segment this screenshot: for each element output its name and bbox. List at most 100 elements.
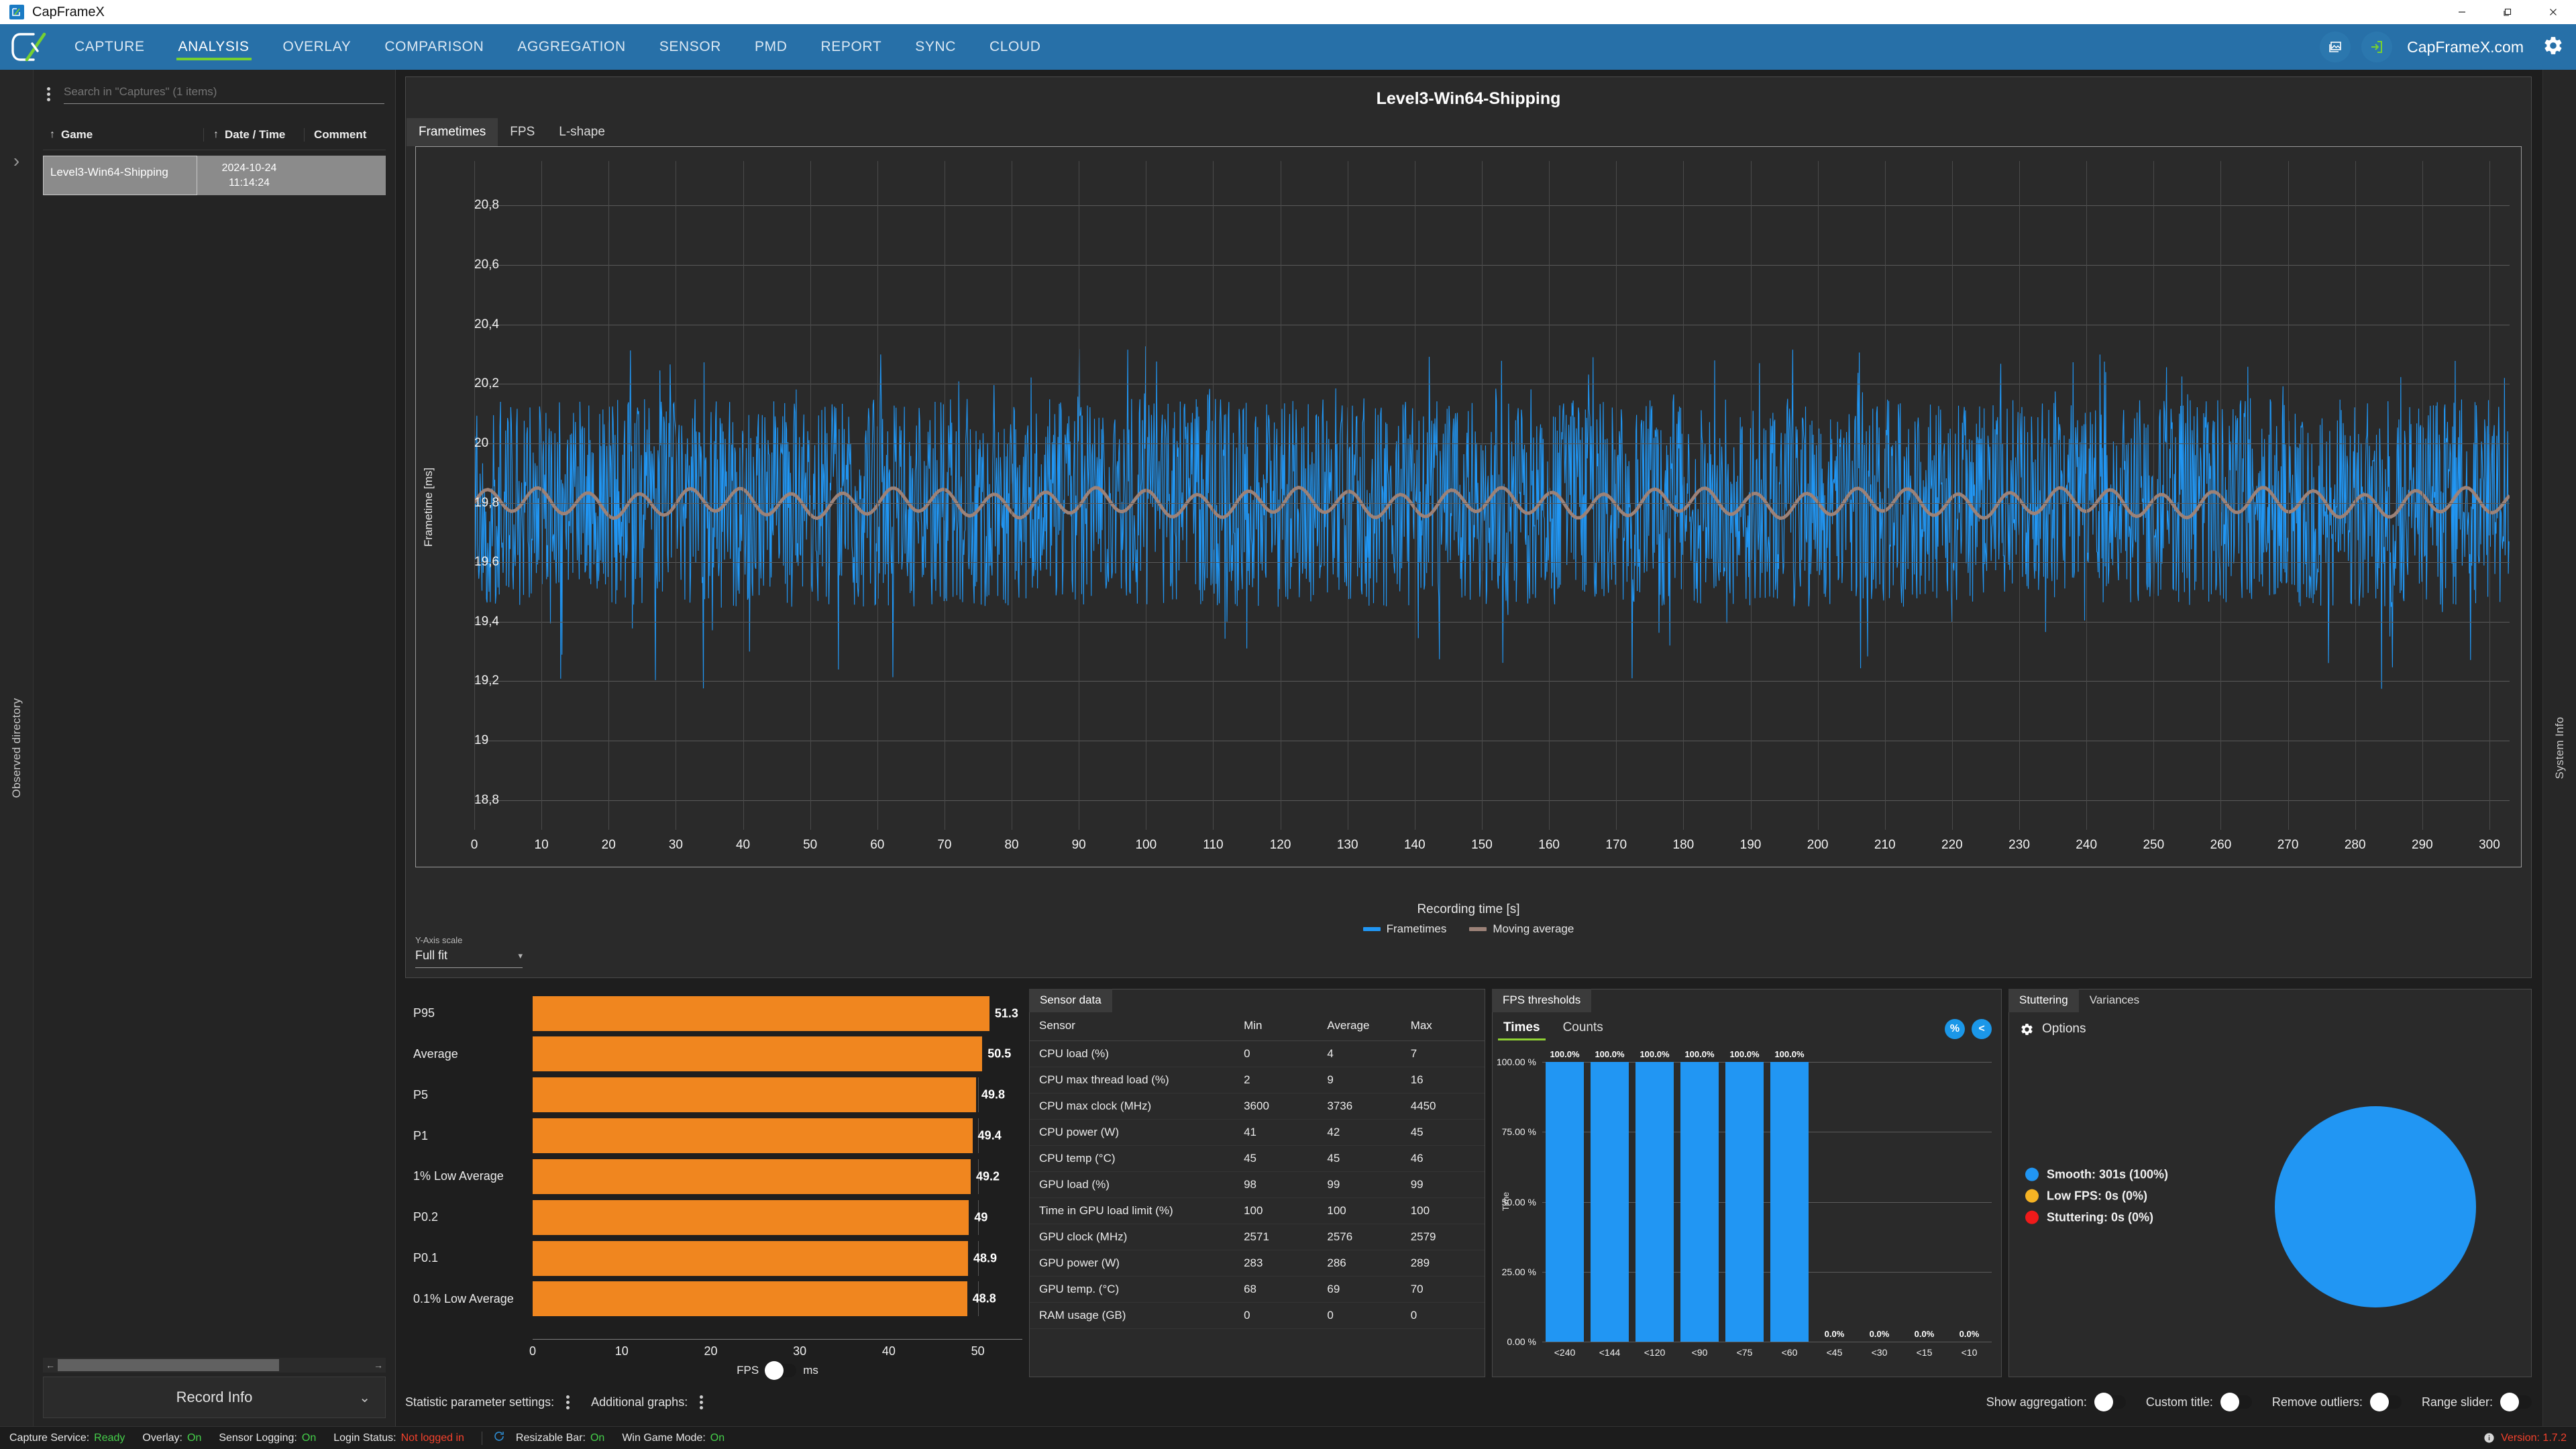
toggle-switch-remove-outliers[interactable] (2369, 1393, 2402, 1412)
sensor-cell-sensor: RAM usage (GB) (1030, 1302, 1235, 1330)
percent-toggle-button[interactable]: % (1945, 1019, 1965, 1040)
scroll-right-icon[interactable]: → (371, 1360, 386, 1371)
maximize-button[interactable] (2485, 0, 2530, 24)
y-axis-scale-select[interactable]: Full fit ▾ (415, 949, 523, 969)
legend-label: Frametimes (1386, 922, 1447, 935)
nav-item-aggregation[interactable]: AGGREGATION (500, 24, 642, 70)
table-row: CPU power (W) 41 42 45 (1030, 1119, 1485, 1146)
statistic-row: P95 51.3 (405, 996, 1022, 1031)
x-gridline (2422, 161, 2423, 830)
captures-horizontal-scrollbar[interactable]: ← → (43, 1358, 386, 1373)
statistic-value-label: 49 (974, 1210, 988, 1224)
refresh-icon[interactable] (493, 1430, 505, 1446)
version-label: Version: 1.7.2 (2501, 1432, 2567, 1444)
x-axis-tick: 90 (1071, 838, 1086, 852)
table-row: CPU max clock (MHz) 3600 3736 4450 (1030, 1093, 1485, 1120)
nav-item-overlay[interactable]: OVERLAY (266, 24, 368, 70)
scrollbar-thumb[interactable] (58, 1359, 279, 1371)
sensor-cell-avg: 45 (1318, 1145, 1401, 1173)
sensor-cell-sensor: GPU power (W) (1030, 1250, 1235, 1277)
x-axis-tick: 40 (735, 838, 751, 852)
captures-kebab-menu-icon[interactable] (43, 85, 54, 104)
bottom-right-toggles: Show aggregation: Custom title: Remove out… (1986, 1393, 2532, 1412)
stuttering-pie-chart (2275, 1106, 2476, 1307)
column-header-game[interactable]: ↑ Game (43, 128, 204, 142)
nav-item-report[interactable]: REPORT (804, 24, 899, 70)
options-label: Options (2042, 1022, 2086, 1036)
statistic-bar (533, 1281, 967, 1317)
tab-stuttering[interactable]: Stuttering (2008, 989, 2079, 1013)
sensor-cell-max: 46 (1401, 1145, 1485, 1173)
nav-item-sync[interactable]: SYNC (898, 24, 973, 70)
additional-graphs-settings[interactable]: Additional graphs: (591, 1393, 707, 1412)
subtab-times[interactable]: Times (1498, 1016, 1546, 1042)
nav-item-sensor[interactable]: SENSOR (643, 24, 738, 70)
nav-item-comparison[interactable]: COMPARISON (368, 24, 500, 70)
statistic-settings-kebab-icon[interactable] (562, 1393, 574, 1412)
nav-item-capture[interactable]: CAPTURE (58, 24, 162, 70)
status-item: Resizable Bar: On (516, 1432, 604, 1444)
chart-tab-l-shape[interactable]: L-shape (547, 118, 617, 146)
statistic-bar-track: 49.2 (533, 1159, 1022, 1194)
tab-sensor-data[interactable]: Sensor data (1029, 989, 1112, 1013)
stuttering-legend-label: Low FPS: 0s (0%) (2047, 1189, 2148, 1203)
captures-panel: ↑ Game ↑ Date / Time Comment Level3-Win6… (34, 70, 396, 1426)
chevron-right-icon[interactable]: › (13, 150, 19, 172)
sensor-cell-max: 4450 (1401, 1093, 1485, 1120)
sensor-col-average: Average (1318, 1012, 1401, 1042)
capframex-site-link[interactable]: CapFrameX.com (2407, 38, 2524, 56)
close-button[interactable] (2530, 0, 2576, 24)
statistic-value-label: 50.5 (987, 1046, 1012, 1061)
fps-ms-toggle[interactable] (765, 1360, 797, 1380)
tab-fps-thresholds[interactable]: FPS thresholds (1492, 989, 1592, 1013)
nav-item-cloud[interactable]: CLOUD (973, 24, 1058, 70)
statistic-label: P5 (413, 1087, 429, 1102)
subtab-counts[interactable]: Counts (1560, 1016, 1606, 1042)
toggle-switch-custom-title[interactable] (2220, 1393, 2252, 1412)
sensor-cell-sensor: Time in GPU load limit (%) (1030, 1197, 1235, 1225)
search-input[interactable] (64, 85, 384, 99)
y-gridline (474, 205, 2510, 207)
settings-gear-icon[interactable] (2542, 35, 2564, 60)
statistic-value-label: 49.8 (981, 1087, 1006, 1102)
table-row[interactable]: Level3-Win64-Shipping 2024-10-24 11:14:2… (43, 156, 386, 196)
scroll-left-icon[interactable]: ← (43, 1360, 58, 1371)
chart-tab-fps[interactable]: FPS (498, 118, 547, 146)
column-header-comment[interactable]: Comment (305, 128, 386, 142)
captures-table-header: ↑ Game ↑ Date / Time Comment (43, 128, 386, 150)
statistic-bar (533, 1036, 983, 1072)
nav-item-pmd[interactable]: PMD (738, 24, 804, 70)
chart-tab-frametimes[interactable]: Frametimes (407, 118, 498, 146)
column-header-datetime[interactable]: ↑ Date / Time (204, 128, 305, 142)
toggle-switch-range-slider[interactable] (2500, 1393, 2532, 1412)
screenshot-icon[interactable] (2320, 32, 2351, 62)
system-info-rail[interactable]: System Info (2542, 70, 2576, 1426)
x-axis-tick: 30 (668, 838, 683, 852)
sensor-cell-min: 2 (1234, 1067, 1318, 1094)
status-key: Win Game Mode: (622, 1432, 706, 1444)
frametimes-plot[interactable]: Frametime [ms] 0 10 20 30 40 50 60 70 80 90 100 110… (415, 146, 2522, 935)
stuttering-options-button[interactable]: Options (2009, 1012, 2531, 1036)
x-gridline (2355, 161, 2356, 830)
plot-area[interactable]: 0 10 20 30 40 50 60 70 80 90 100 110 120 130 140 150 160… (471, 161, 2511, 852)
statistic-bar (533, 996, 989, 1031)
toggle-switch-show-aggregation[interactable] (2094, 1393, 2126, 1412)
tab-variances[interactable]: Variances (2079, 989, 2150, 1012)
statistic-parameter-settings[interactable]: Statistic parameter settings: (405, 1393, 574, 1412)
sort-asc-icon: ↑ (213, 129, 219, 140)
toggle-group: Range slider: (2422, 1393, 2532, 1412)
threshold-column: 0.0% <45 (1812, 1062, 1857, 1358)
thresholds-bars: 100.0% <240 100.0% <144 100.0% <120 100.0% <90 1… (1542, 1049, 1992, 1358)
minimize-button[interactable] (2439, 0, 2485, 24)
chevron-down-icon: ⌄ (359, 1390, 370, 1405)
nav-item-analysis[interactable]: ANALYSIS (162, 24, 266, 70)
record-info-expander[interactable]: Record Info ⌄ (43, 1377, 386, 1418)
threshold-value-label: 0.0% (1869, 1328, 1890, 1339)
login-icon[interactable] (2361, 32, 2393, 62)
observed-directory-rail[interactable]: › Observed directory (0, 70, 34, 1426)
threshold-bar (1591, 1062, 1629, 1342)
less-than-toggle-button[interactable]: < (1972, 1019, 1992, 1040)
additional-graphs-kebab-icon[interactable] (696, 1393, 707, 1412)
x-axis-tick: 0 (470, 838, 478, 852)
statistic-row: P5 49.8 (405, 1077, 1022, 1113)
